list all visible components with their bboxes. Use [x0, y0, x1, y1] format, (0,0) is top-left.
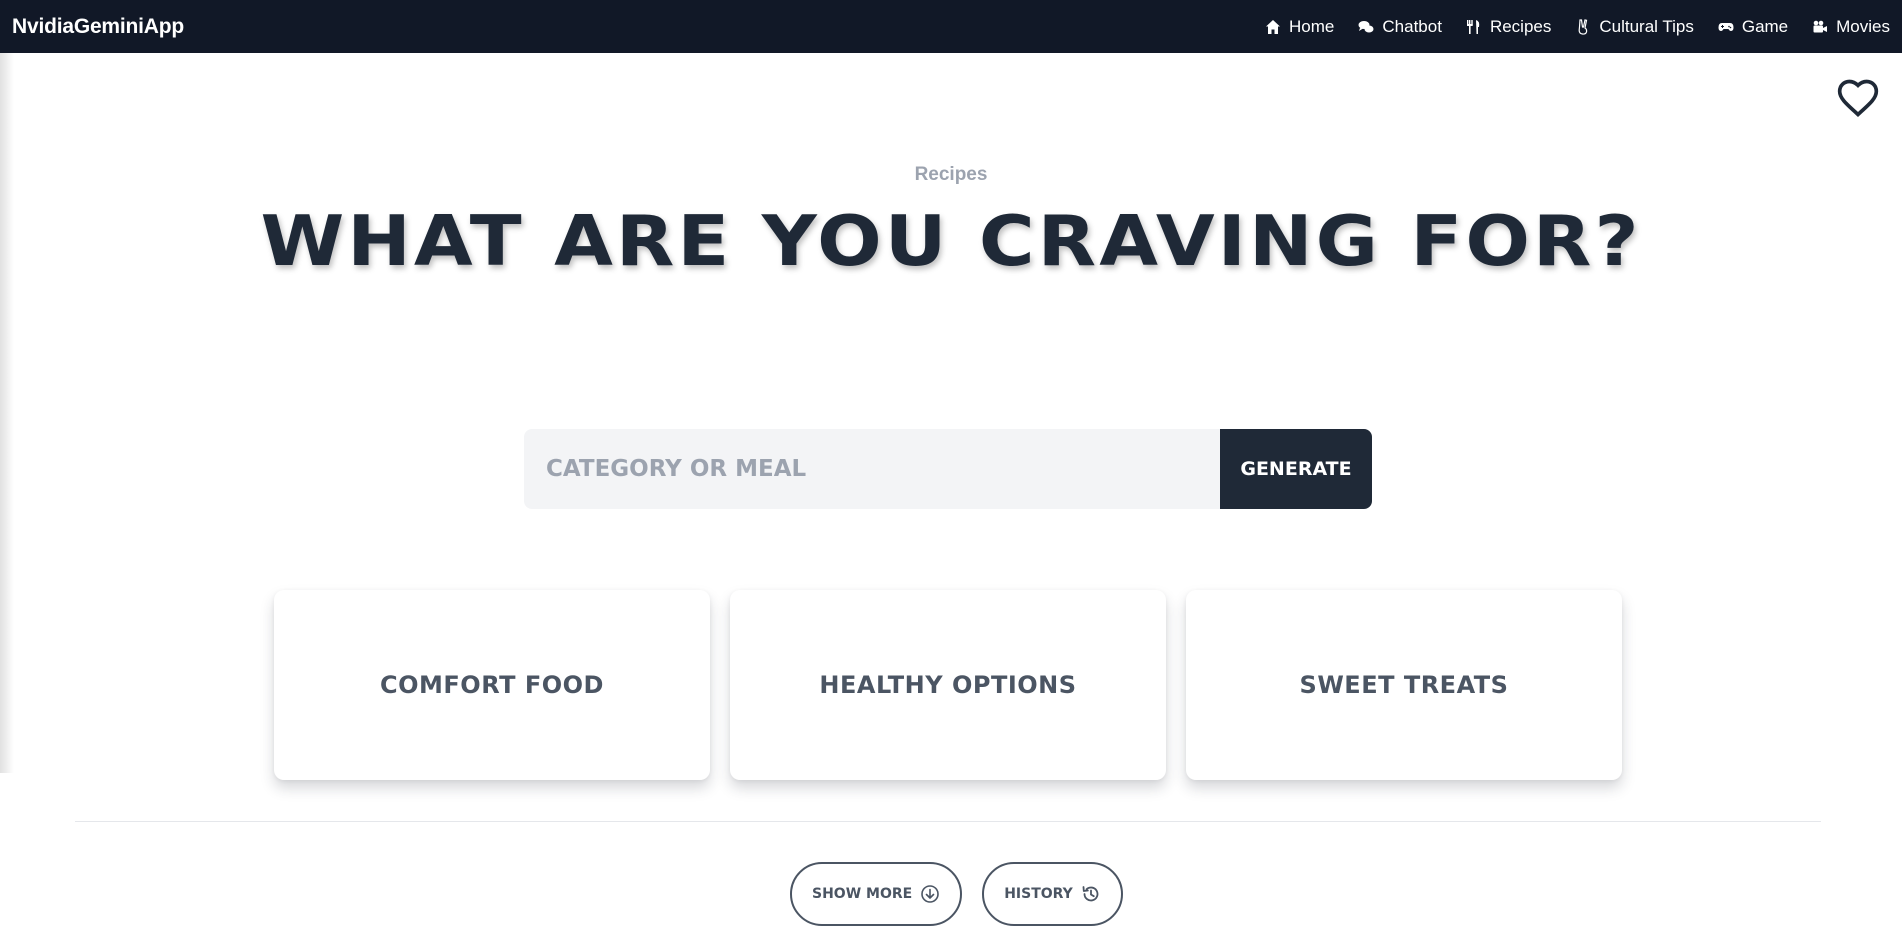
card-label: Sweet Treats: [1299, 671, 1509, 699]
search-bar: Generate: [524, 429, 1372, 509]
gamepad-icon: [1718, 22, 1734, 31]
nav-link-label: Recipes: [1489, 16, 1552, 36]
card-comfort-food[interactable]: Comfort Food: [274, 590, 710, 780]
nav-link-movies[interactable]: Movies: [1812, 17, 1890, 37]
nav-link-cultural-tips[interactable]: Cultural Tips: [1575, 16, 1694, 37]
heart-icon[interactable]: [1836, 76, 1880, 120]
show-more-label: Show more: [812, 886, 913, 902]
nav-links: Home Chatbot Recipes Cultural Tips Game …: [1241, 17, 1890, 37]
nav-link-label: Game: [1741, 16, 1789, 36]
card-label: Comfort Food: [380, 671, 604, 699]
video-camera-icon: [1813, 20, 1828, 32]
arrow-down-circle-icon: [921, 885, 940, 903]
nav-link-recipes[interactable]: Recipes: [1466, 17, 1551, 37]
card-sweet-treats[interactable]: Sweet Treats: [1186, 590, 1622, 780]
nav-link-label: Home: [1289, 16, 1335, 36]
bottom-actions: Show more History: [790, 862, 1123, 926]
nav-link-chatbot[interactable]: Chatbot: [1358, 17, 1442, 37]
chat-icon: [1358, 20, 1374, 32]
generate-button[interactable]: Generate: [1220, 429, 1372, 509]
app-root: NvidiaGeminiApp Home Chatbot Recipes Cul…: [0, 0, 1902, 938]
category-cards: Comfort Food Healthy Options Sweet Treat…: [274, 590, 1622, 780]
divider: [75, 821, 1821, 822]
nav-link-label: Cultural Tips: [1599, 16, 1694, 36]
left-edge-shadow: [0, 53, 14, 773]
card-healthy-options[interactable]: Healthy Options: [730, 590, 1166, 780]
peace-hand-icon: [1578, 18, 1588, 35]
utensils-icon: [1466, 19, 1480, 34]
history-icon: [1082, 886, 1099, 902]
page-title: What are you craving for?: [260, 199, 1642, 282]
home-icon: [1266, 19, 1281, 34]
card-label: Healthy Options: [819, 671, 1077, 699]
nav-link-game[interactable]: Game: [1718, 17, 1788, 37]
nav-link-home[interactable]: Home: [1265, 17, 1334, 37]
navbar: NvidiaGeminiApp Home Chatbot Recipes Cul…: [0, 0, 1902, 53]
history-label: History: [1004, 886, 1073, 902]
show-more-button[interactable]: Show more: [790, 862, 963, 926]
history-button[interactable]: History: [982, 862, 1123, 926]
nav-link-label: Movies: [1836, 16, 1890, 36]
brand-logo[interactable]: NvidiaGeminiApp: [12, 15, 184, 39]
search-input[interactable]: [524, 429, 1220, 509]
page-subtitle: Recipes: [914, 164, 988, 185]
nav-link-label: Chatbot: [1382, 16, 1442, 36]
